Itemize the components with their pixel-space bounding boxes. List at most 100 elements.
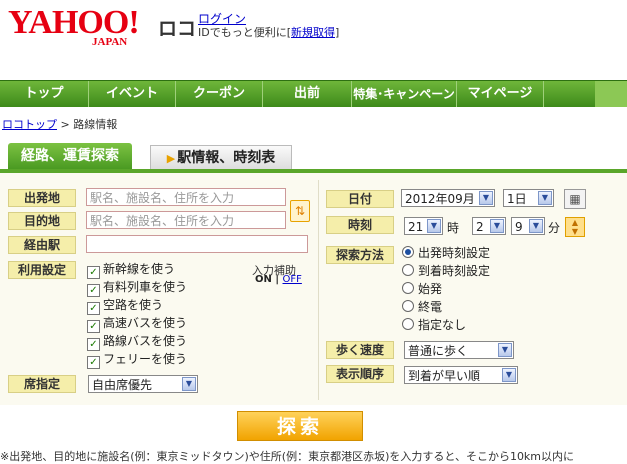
hour-select-value: 21 [408,220,424,234]
hour-select[interactable]: 21 ▼ [404,217,443,235]
chevron-down-icon[interactable]: ▼ [427,219,441,233]
assist-off-link[interactable]: OFF [283,274,302,285]
minute-tens-value: 2 [476,220,484,234]
day-select[interactable]: 1日 ▼ [503,189,554,207]
checkbox-local-bus[interactable]: ✓ [87,338,100,351]
search-button[interactable]: 探索 [237,411,363,441]
calendar-icon[interactable]: ▦ [564,189,586,209]
assist-on[interactable]: ON [255,274,272,285]
seat-select[interactable]: 自由席優先 ▼ [88,375,198,393]
breadcrumb-separator: > [60,118,70,131]
option-shinkansen-label: 新幹線を使う [103,262,176,276]
chevron-down-icon[interactable]: ▼ [529,219,543,233]
hour-unit: 時 [447,221,460,235]
option-paid-train[interactable]: ✓ 有料列車を使う [87,280,187,297]
day-select-value: 1日 [507,192,527,206]
tab-route-search[interactable]: 経路、運賃探索 [8,143,132,169]
breadcrumb-current: 路線情報 [73,118,118,131]
promo-suffix: ] [335,26,340,39]
via-label: 経由駅 [8,236,76,254]
option-paid-train-label: 有料列車を使う [103,280,188,294]
checkbox-ferry[interactable]: ✓ [87,356,100,369]
minute-tens-select[interactable]: 2 ▼ [472,217,506,235]
service-name: ロコ [158,18,197,40]
chevron-down-icon[interactable]: ▼ [498,343,512,357]
seat-select-value: 自由席優先 [92,378,153,392]
minute-unit: 分 [548,221,561,235]
seat-label: 席指定 [8,375,76,393]
breadcrumb-home-link[interactable]: ロコトップ [2,118,57,131]
option-highway-bus-label: 高速バスを使う [103,316,188,330]
method-arrival[interactable]: 到着時刻設定 [402,264,490,278]
nav-item-top[interactable]: トップ [0,81,89,107]
checkbox-air[interactable]: ✓ [87,302,100,315]
option-ferry-label: フェリーを使う [103,352,188,366]
promo-text: IDでもっと便利に[新規取得] [198,24,339,40]
walk-speed-value: 普通に歩く [408,344,469,358]
checkbox-highway-bus[interactable]: ✓ [87,320,100,333]
input-assist-toggle: ON | OFF [255,274,302,285]
option-air[interactable]: ✓ 空路を使う [87,298,163,315]
nav-item-mypage[interactable]: マイページ [457,81,544,107]
chevron-down-icon[interactable]: ▼ [502,368,516,382]
nav-item-event[interactable]: イベント [89,81,176,107]
sort-order-value: 到着が早い順 [408,369,481,383]
nav-end-cap [595,81,627,107]
method-first-train-label: 始発 [418,282,443,296]
minute-ones-value: 9 [515,220,523,234]
method-last-train[interactable]: 終電 [402,300,442,314]
register-link[interactable]: 新規取得 [291,26,335,39]
options-label: 利用設定 [8,261,76,279]
nav-item-campaign[interactable]: 特集･キャンペーン [352,81,457,107]
option-local-bus-label: 路線バスを使う [103,334,188,348]
swap-arrows-icon[interactable]: ⇅ [290,200,310,222]
option-highway-bus[interactable]: ✓ 高速バスを使う [87,316,187,333]
sort-order-select[interactable]: 到着が早い順 ▼ [404,366,518,384]
option-local-bus[interactable]: ✓ 路線バスを使う [87,334,187,351]
checkbox-shinkansen[interactable]: ✓ [87,266,100,279]
promo-prefix: IDでもっと便利に[ [198,26,292,39]
arrival-input[interactable]: 駅名、施設名、住所を入力 [86,211,286,229]
radio-none[interactable] [402,318,414,330]
tab-station-info[interactable]: ▶ 駅情報、時刻表 [150,145,292,170]
method-none[interactable]: 指定なし [402,318,466,332]
time-label: 時刻 [326,216,394,234]
option-shinkansen[interactable]: ✓ 新幹線を使う [87,262,175,279]
radio-first-train[interactable] [402,282,414,294]
nav-item-coupon[interactable]: クーポン [176,81,263,107]
form-divider [318,180,319,400]
assist-separator: | [275,274,280,285]
method-last-train-label: 終電 [418,300,443,314]
time-spinner-icon[interactable]: ▲ ▼ [565,217,585,237]
chevron-down-icon[interactable]: ▼ [490,219,504,233]
option-air-label: 空路を使う [103,298,164,312]
method-departure[interactable]: 出発時刻設定 [402,246,490,260]
radio-last-train[interactable] [402,300,414,312]
chevron-down-icon[interactable]: ▼ [182,377,196,391]
chevron-down-icon[interactable]: ▼ [479,191,493,205]
global-nav: トップ イベント クーポン 出前 特集･キャンペーン マイページ [0,80,627,107]
tab-arrow-icon: ▶ [166,152,176,165]
radio-arrival[interactable] [402,264,414,276]
yahoo-logo[interactable]: YAHOO! [8,6,140,40]
method-none-label: 指定なし [418,318,467,332]
chevron-down-icon[interactable]: ▼ [538,191,552,205]
walk-speed-label: 歩く速度 [326,341,394,359]
walk-speed-select[interactable]: 普通に歩く ▼ [404,341,514,359]
yahoo-logo-sub: JAPAN [92,36,128,48]
method-arrival-label: 到着時刻設定 [418,264,491,278]
departure-input[interactable]: 駅名、施設名、住所を入力 [86,188,286,206]
minute-ones-select[interactable]: 9 ▼ [511,217,545,235]
month-select-value: 2012年09月 [405,192,475,206]
method-departure-label: 出発時刻設定 [418,246,491,260]
via-input[interactable] [86,235,308,253]
departure-label: 出発地 [8,189,76,207]
breadcrumb: ロコトップ > 路線情報 [2,116,117,132]
option-ferry[interactable]: ✓ フェリーを使う [87,352,187,369]
checkbox-paid-train[interactable]: ✓ [87,284,100,297]
method-first-train[interactable]: 始発 [402,282,442,296]
nav-item-delivery[interactable]: 出前 [263,81,352,107]
arrival-label: 目的地 [8,212,76,230]
radio-departure[interactable] [402,246,414,258]
month-select[interactable]: 2012年09月 ▼ [401,189,495,207]
